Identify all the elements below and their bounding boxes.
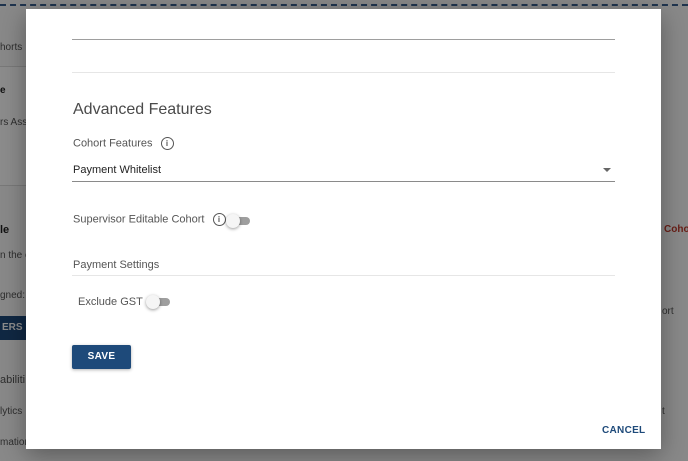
supervisor-editable-label: Supervisor Editable Cohort <box>73 213 205 226</box>
save-button[interactable]: SAVE <box>72 345 131 369</box>
cohort-features-select[interactable]: Payment Whitelist <box>72 161 615 182</box>
cohort-features-label: Cohort Features <box>73 137 153 150</box>
supervisor-editable-toggle[interactable] <box>226 214 250 228</box>
exclude-gst-toggle[interactable] <box>146 295 170 309</box>
exclude-gst-label: Exclude GST <box>78 296 143 308</box>
info-icon[interactable]: i <box>160 137 174 150</box>
info-icon[interactable]: i <box>212 213 226 226</box>
cancel-button[interactable]: CANCEL <box>602 425 645 436</box>
toggle-knob <box>146 295 160 309</box>
section-title: Advanced Features <box>73 101 212 118</box>
chevron-down-icon <box>603 168 611 172</box>
advanced-features-dialog: Advanced Features Cohort Features i Paym… <box>26 9 661 449</box>
toggle-knob <box>226 214 240 228</box>
payment-settings-divider <box>72 275 615 276</box>
field-underline <box>72 39 615 40</box>
cohort-features-value: Payment Whitelist <box>73 164 162 176</box>
section-divider <box>72 72 615 73</box>
payment-settings-label: Payment Settings <box>73 259 160 271</box>
supervisor-label-row: Supervisor Editable Cohort i <box>73 213 226 226</box>
cohort-features-label-row: Cohort Features i <box>73 137 174 150</box>
